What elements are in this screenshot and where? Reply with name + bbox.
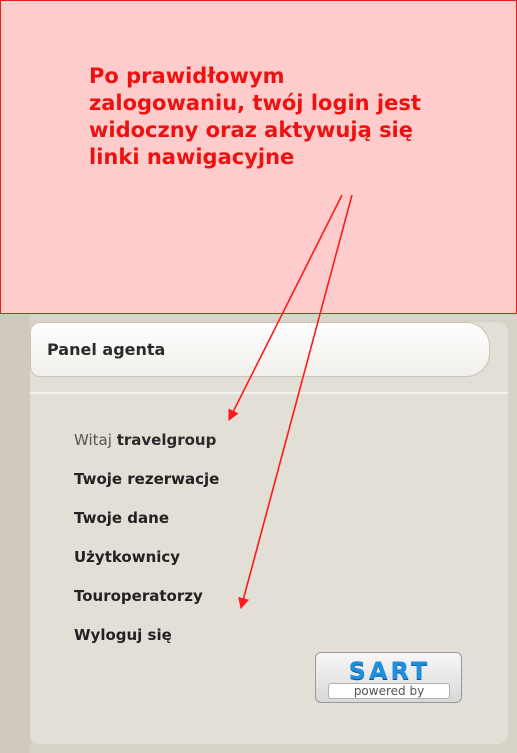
nav-link-your-data[interactable]: Twoje dane [74, 509, 169, 527]
panel-title: Panel agenta [47, 340, 166, 359]
nav-list: Witaj travelgroup Twoje rezerwacje Twoje… [74, 430, 219, 664]
username: travelgroup [116, 431, 217, 449]
nav-item-touroperators: Touroperatorzy [74, 586, 219, 606]
nav-link-logout[interactable]: Wyloguj się [74, 626, 172, 644]
greeting-prefix: Witaj [74, 431, 112, 449]
nav-item-your-data: Twoje dane [74, 508, 219, 528]
agent-panel: Panel agenta Witaj travelgroup Twoje rez… [30, 322, 508, 744]
callout-text: Po prawidłowym zalogowaniu, twój login j… [89, 64, 421, 169]
nav-link-users[interactable]: Użytkownicy [74, 548, 180, 566]
nav-item-reservations: Twoje rezerwacje [74, 469, 219, 489]
nav-link-reservations[interactable]: Twoje rezerwacje [74, 470, 219, 488]
panel-divider [30, 392, 508, 394]
panel-header: Panel agenta [30, 322, 490, 377]
nav-item-logout: Wyloguj się [74, 625, 219, 645]
powered-by-badge[interactable]: SART powered by [315, 652, 462, 703]
sart-logo: SART [348, 657, 431, 685]
nav-item-users: Użytkownicy [74, 547, 219, 567]
greeting: Witaj travelgroup [74, 430, 219, 450]
annotation-callout: Po prawidłowym zalogowaniu, twój login j… [0, 0, 517, 314]
powered-by-label: powered by [328, 683, 450, 699]
nav-link-touroperators[interactable]: Touroperatorzy [74, 587, 203, 605]
